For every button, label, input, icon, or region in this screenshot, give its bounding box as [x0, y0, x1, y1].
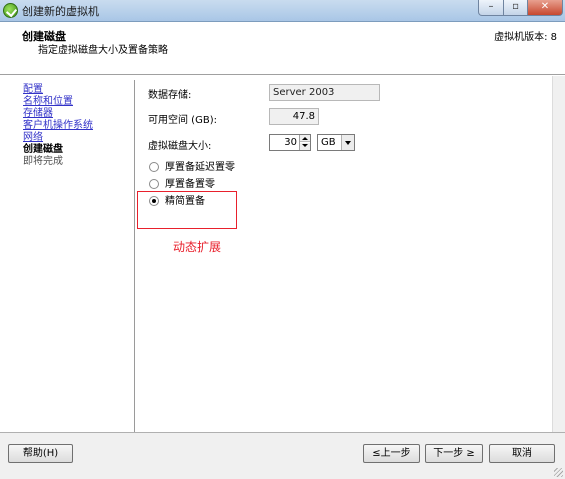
disk-size-unit-select[interactable]: GB [317, 134, 355, 151]
radio-label: 厚置备延迟置零 [165, 162, 235, 173]
nav-step-create-disk: 创建磁盘 [23, 144, 63, 155]
wizard-content: 配置 名称和位置 存储器 客户机操作系统 网络 创建磁盘 即将完成 数据存储: … [0, 76, 565, 432]
cancel-button[interactable]: 取消 [489, 444, 555, 463]
disk-size-spin-buttons [299, 135, 310, 150]
free-space-label: 可用空间 (GB): [148, 115, 217, 126]
spin-down-arrow-icon[interactable] [300, 143, 310, 150]
wizard-footer: 帮助(H) ≤上一步 下一步 ≥ 取消 [0, 432, 565, 479]
nav-step-network[interactable]: 网络 [23, 132, 43, 144]
radio-button[interactable] [149, 162, 159, 172]
annotation-text: 动态扩展 [173, 240, 222, 254]
disk-size-value[interactable]: 30 [270, 135, 299, 150]
vsphere-check-icon [3, 3, 18, 18]
wizard-step-nav: 配置 名称和位置 存储器 客户机操作系统 网络 创建磁盘 即将完成 [8, 80, 135, 432]
vm-version-label: 虚拟机版本: 8 [494, 32, 557, 43]
spin-up-arrow-icon[interactable] [300, 135, 310, 142]
free-space-field: 47.8 [269, 108, 319, 125]
datastore-label: 数据存储: [148, 90, 192, 101]
help-button[interactable]: 帮助(H) [8, 444, 73, 463]
datastore-field: Server 2003 [269, 84, 380, 101]
window-title: 创建新的虚拟机 [22, 5, 99, 18]
maximize-button[interactable]: ▫ [503, 0, 528, 16]
window-titlebar: 创建新的虚拟机 – ▫ ✕ [0, 0, 565, 22]
radio-label: 厚置备置零 [165, 179, 215, 190]
nav-step-storage[interactable]: 存储器 [23, 108, 53, 120]
disk-size-label: 虚拟磁盘大小: [148, 141, 212, 152]
next-button[interactable]: 下一步 ≥ [425, 444, 483, 463]
nav-step-guest-os[interactable]: 客户机操作系统 [23, 120, 93, 132]
chevron-down-icon[interactable] [341, 135, 354, 150]
radio-button[interactable] [149, 179, 159, 189]
disk-size-unit-value: GB [321, 137, 336, 148]
wizard-header: 创建磁盘 指定虚拟磁盘大小及置备策略 虚拟机版本: 8 [0, 22, 565, 75]
resize-grip-icon[interactable] [554, 468, 563, 477]
nav-step-config[interactable]: 配置 [23, 84, 43, 96]
nav-step-ready-to-complete: 即将完成 [23, 156, 63, 167]
close-button[interactable]: ✕ [527, 0, 563, 16]
minimize-button[interactable]: – [478, 0, 504, 16]
back-button[interactable]: ≤上一步 [363, 444, 420, 463]
page-subtitle: 指定虚拟磁盘大小及置备策略 [38, 45, 168, 56]
annotation-highlight-box [137, 191, 237, 229]
nav-step-name-location[interactable]: 名称和位置 [23, 96, 73, 108]
disk-size-stepper[interactable]: 30 [269, 134, 311, 151]
scrollbar-track[interactable] [552, 76, 565, 432]
